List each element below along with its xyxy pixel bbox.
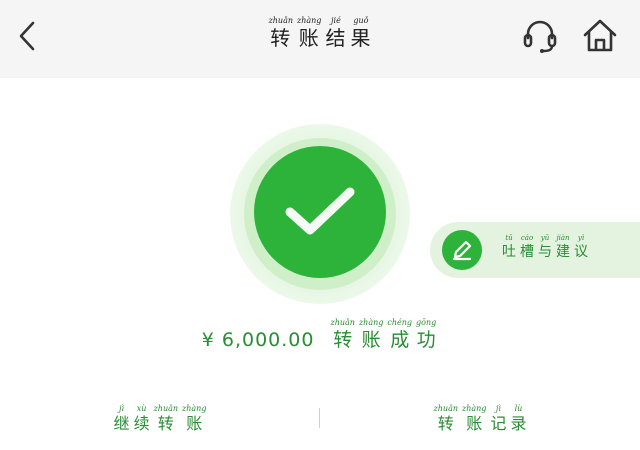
- feedback-char: yì 议: [574, 234, 588, 260]
- feedback-char: cáo 槽: [520, 234, 534, 260]
- feedback-char: jiàn 建: [556, 234, 570, 260]
- status-char: gōng 功: [416, 318, 437, 351]
- feedback-char: yǔ 与: [538, 234, 552, 260]
- transfer-records-button[interactable]: zhuǎn 转 zhàng 账 jì 记 lù 录: [320, 396, 640, 442]
- continue-transfer-button[interactable]: jì 继 xù 续 zhuǎn 转 zhàng 账: [0, 396, 320, 442]
- continue-char: zhuǎn 转: [153, 404, 179, 433]
- home-icon: [583, 19, 617, 52]
- result-summary: ¥ 6,000.00 zhuǎn 转 zhàng 账 chéng 成 gōng 功: [0, 318, 640, 352]
- feedback-label: tǔ 吐 cáo 槽 yǔ 与 jiàn 建 yì 议: [500, 234, 590, 261]
- records-char: jì 记: [490, 404, 507, 433]
- transfer-status: zhuǎn 转 zhàng 账 chéng 成 gōng 功: [329, 318, 439, 352]
- customer-support-button[interactable]: [518, 14, 562, 58]
- bottom-actions: jì 继 xù 续 zhuǎn 转 zhàng 账 zhuǎn 转 zhàng 账 jì 记 …: [0, 396, 640, 442]
- transfer-amount: ¥ 6,000.00: [201, 329, 315, 351]
- feedback-button[interactable]: tǔ 吐 cáo 槽 yǔ 与 jiàn 建 yì 议: [430, 222, 640, 278]
- feedback-char: tǔ 吐: [502, 234, 516, 260]
- status-char: chéng 成: [387, 318, 413, 351]
- title-char: guǒ 果: [350, 16, 372, 50]
- records-char: zhuǎn 转: [433, 404, 458, 433]
- status-char: zhuǎn 转: [330, 318, 355, 351]
- records-char: zhàng 账: [462, 404, 487, 433]
- continue-char: zhàng 账: [182, 404, 207, 433]
- check-circle-icon: [254, 146, 386, 278]
- home-button[interactable]: [578, 14, 622, 58]
- continue-char: xù 续: [133, 404, 150, 433]
- title-char: zhàng 账: [297, 16, 322, 50]
- status-char: zhàng 账: [358, 318, 384, 351]
- top-bar: zhuǎn 转 zhàng 账 jié 结 guǒ 果: [0, 0, 640, 78]
- checkmark-icon: [285, 187, 355, 235]
- title-char: jié 结: [325, 16, 347, 50]
- records-char: lù 录: [510, 404, 527, 433]
- pencil-icon: [442, 230, 482, 270]
- headset-icon: [523, 20, 557, 53]
- continue-char: jì 继: [113, 404, 130, 433]
- title-char: zhuǎn 转: [268, 16, 294, 50]
